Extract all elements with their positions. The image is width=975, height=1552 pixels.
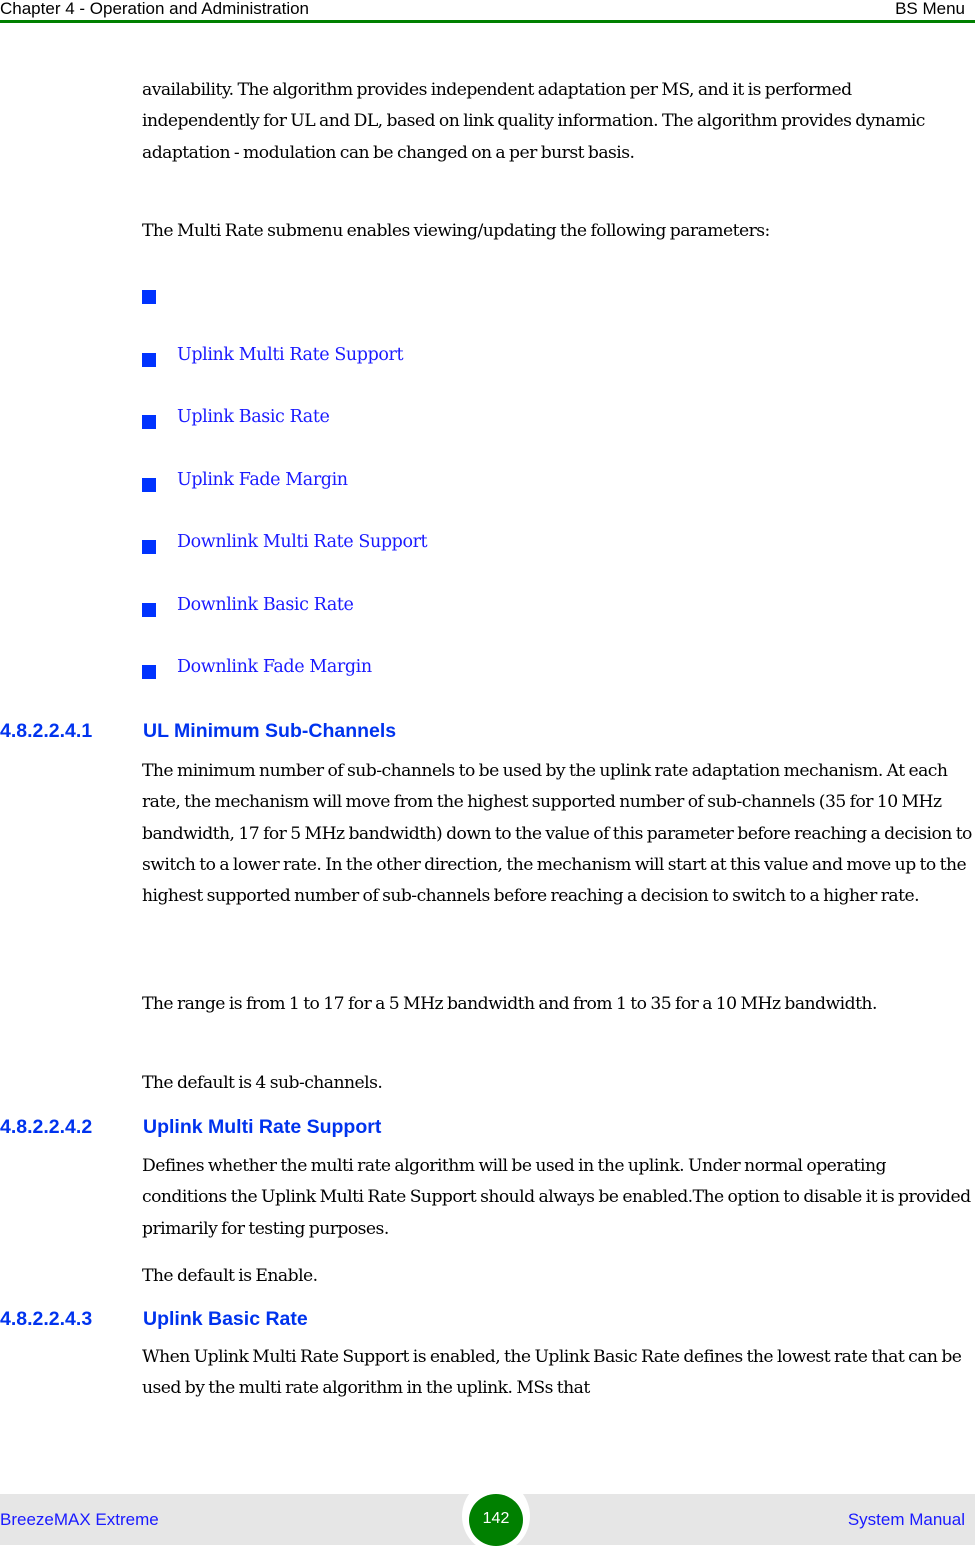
product-name: BreezeMAX Extreme (0, 1510, 159, 1529)
section-title: Uplink Multi Rate Support (143, 1116, 382, 1138)
section-title: UL Minimum Sub-Channels (143, 720, 397, 742)
section-paragraph: The range is from 1 to 17 for a 5 MHz ba… (142, 994, 877, 1014)
section-paragraph: When Uplink Multi Rate Support is enable… (142, 1347, 962, 1399)
section-number: 4.8.2.2.4.3 (0, 1308, 93, 1330)
page-number: 142 (469, 1494, 523, 1546)
section-title: Uplink Basic Rate (143, 1308, 308, 1330)
section-paragraph: The minimum number of sub-channels to be… (142, 761, 972, 907)
list-item: Uplink Basic Rate (142, 407, 742, 435)
section-paragraph: Defines whether the multi rate algorithm… (142, 1156, 971, 1239)
intro-paragraph: availability. The algorithm provides ind… (142, 80, 925, 163)
list-item: Downlink Basic Rate (142, 595, 742, 623)
bullet-square-icon (142, 540, 156, 554)
section-title: BS Menu (895, 0, 965, 18)
bullet-square-icon (142, 415, 156, 429)
section-paragraph: The default is 4 sub-channels. (142, 1073, 383, 1093)
bullet-square-icon (142, 353, 156, 367)
list-item: Uplink Fade Margin (142, 470, 742, 498)
link-downlink-basic-rate[interactable]: Downlink Basic Rate (177, 595, 354, 615)
link-uplink-multi-rate-support[interactable]: Uplink Multi Rate Support (177, 345, 404, 365)
submenu-intro: The Multi Rate submenu enables viewing/u… (142, 221, 770, 241)
page-header: Chapter 4 - Operation and Administration… (0, 0, 975, 23)
bullet-square-icon (142, 665, 156, 679)
link-uplink-basic-rate[interactable]: Uplink Basic Rate (177, 407, 330, 427)
document-type: System Manual (847, 1510, 965, 1529)
link-downlink-fade-margin[interactable]: Downlink Fade Margin (177, 657, 372, 677)
list-item (142, 286, 742, 310)
link-downlink-multi-rate-support[interactable]: Downlink Multi Rate Support (177, 532, 428, 552)
section-number: 4.8.2.2.4.2 (0, 1116, 93, 1138)
section-number: 4.8.2.2.4.1 (0, 720, 93, 742)
bullet-square-icon (142, 478, 156, 492)
list-item: Downlink Fade Margin (142, 657, 742, 685)
chapter-title: Chapter 4 - Operation and Administration (0, 0, 310, 18)
section-paragraph: The default is Enable. (142, 1266, 318, 1286)
page-number-badge: 142 (462, 1480, 530, 1552)
list-item: Uplink Multi Rate Support (142, 345, 742, 373)
list-item: Downlink Multi Rate Support (142, 532, 742, 560)
page-footer: BreezeMAX Extreme 142 System Manual (0, 1480, 975, 1552)
bullet-square-icon (142, 290, 156, 304)
bullet-square-icon (142, 603, 156, 617)
link-uplink-fade-margin[interactable]: Uplink Fade Margin (177, 470, 348, 490)
